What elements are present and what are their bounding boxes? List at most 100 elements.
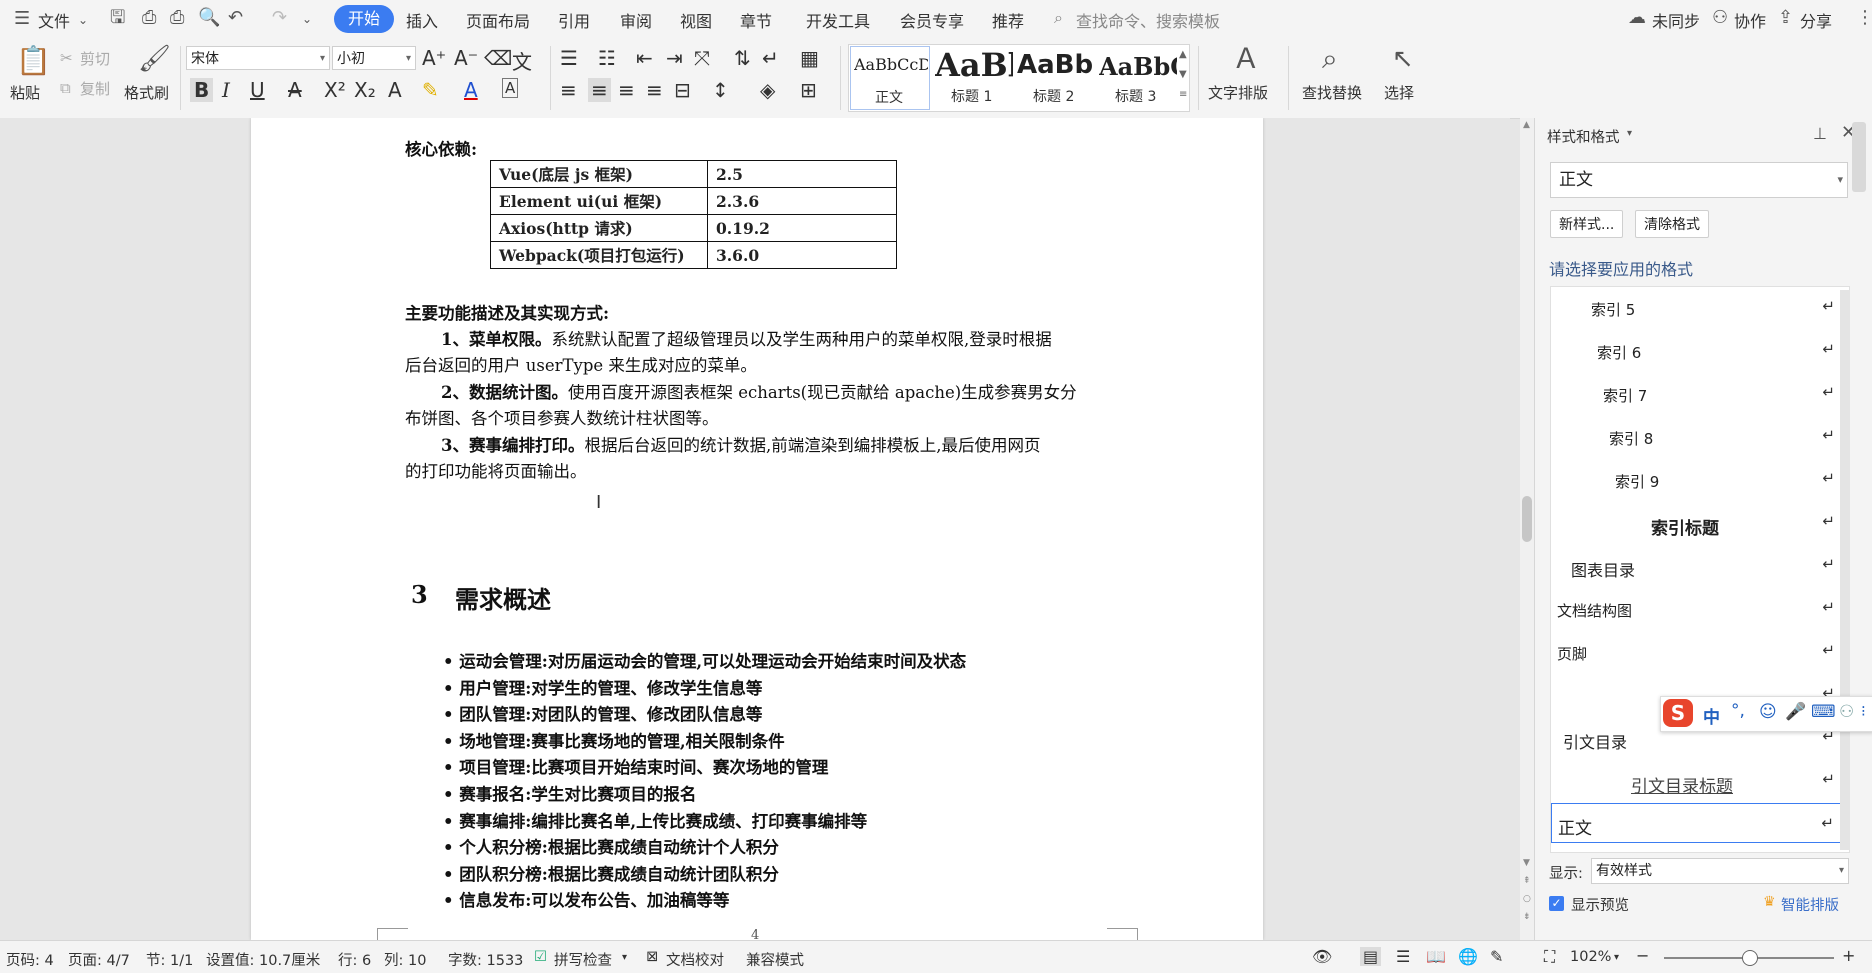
chevron-down-icon[interactable]: ▾ (622, 952, 627, 963)
zoom-slider-thumb[interactable] (1742, 950, 1758, 966)
show-preview-checkbox[interactable]: ✓ (1549, 896, 1564, 911)
gallery-up-icon[interactable]: ▲ (1179, 49, 1187, 60)
status-page-code[interactable]: 页码: 4 (6, 949, 54, 970)
file-menu[interactable]: 文件 (38, 8, 70, 32)
clear-format-icon[interactable]: ⌫ (484, 46, 512, 70)
font-size-select[interactable]: 小初 ▾ (332, 46, 416, 70)
share-button[interactable]: 分享 (1800, 8, 1832, 32)
text-layout-button[interactable]: 文字排版 (1208, 82, 1268, 103)
document-page[interactable]: 核心依赖: Vue(底层 js 框架) 2.5 Element ui(ui 框架)… (251, 118, 1263, 940)
numbered-list-icon[interactable]: ☷ (598, 46, 616, 70)
justify-icon[interactable]: ≡ (646, 78, 663, 102)
borders-icon[interactable]: ⊞ (800, 78, 817, 102)
chinese-layout-icon[interactable]: ⤧ (694, 46, 710, 70)
list-item[interactable]: 文档结构图 ↵ (1551, 588, 1849, 630)
italic-icon[interactable]: I (222, 78, 230, 102)
panel-outer-scroll-thumb[interactable] (1852, 122, 1866, 192)
style-heading-3[interactable]: AaBbC 标题 3 (1097, 46, 1177, 110)
status-row[interactable]: 行: 6 (338, 949, 371, 970)
distribute-icon[interactable]: ⊟ (674, 78, 691, 102)
list-item[interactable]: 索引 8 ↵ (1551, 416, 1849, 458)
list-item[interactable]: 索引 7 ↵ (1551, 373, 1849, 415)
list-item[interactable]: 索引 5 ↵ (1551, 287, 1849, 329)
strikethrough-icon[interactable]: A (288, 78, 302, 102)
redo-icon[interactable]: ↷ (272, 8, 287, 28)
font-name-select[interactable]: 宋体 ▾ (186, 46, 330, 70)
panel-title[interactable]: 样式和格式 (1547, 126, 1620, 147)
gallery-down-icon[interactable]: ▼ (1179, 69, 1187, 80)
increase-indent-icon[interactable]: ⇥ (666, 46, 683, 70)
scroll-up-icon[interactable]: ▲ (1523, 120, 1530, 130)
style-heading-2[interactable]: AaBb( 标题 2 (1015, 46, 1095, 110)
status-col[interactable]: 列: 10 (384, 949, 426, 970)
chevron-down-icon[interactable]: ▾ (1627, 128, 1632, 139)
list-item[interactable]: 图表目录 ↵ (1551, 545, 1849, 587)
tab-member[interactable]: 会员专享 (900, 8, 964, 32)
align-right-icon[interactable]: ≡ (618, 78, 635, 102)
line-spacing-icon[interactable]: ↕ (712, 78, 729, 102)
grow-font-icon[interactable]: A⁺ (422, 46, 446, 70)
status-section[interactable]: 节: 1/1 (146, 949, 193, 970)
select-browse-icon[interactable]: ○ (1523, 894, 1531, 904)
command-search[interactable]: 查找命令、搜索模板 (1076, 8, 1220, 32)
prev-page-icon[interactable]: ⇞ (1523, 876, 1531, 886)
list-item[interactable]: 索引 9 ↵ (1551, 459, 1849, 501)
chevron-down-icon[interactable]: ⌄ (78, 10, 88, 30)
keyboard-icon[interactable]: ⌨ (1811, 702, 1836, 722)
scroll-down-icon[interactable]: ▼ (1523, 858, 1530, 868)
export-pdf-icon[interactable]: ⎙ (142, 8, 156, 28)
status-words[interactable]: 字数: 1533 (448, 949, 523, 970)
more-icon[interactable]: ⋮ (1856, 8, 1872, 28)
list-item[interactable]: 索引标题 ↵ (1551, 502, 1849, 544)
paste-button[interactable]: 粘贴 (10, 82, 40, 103)
underline-icon[interactable]: U (250, 78, 265, 102)
tab-page-layout[interactable]: 页面布局 (466, 8, 530, 32)
page-view-icon[interactable]: ▤ (1360, 947, 1382, 966)
zoom-level[interactable]: 102% (1570, 949, 1611, 965)
save-icon[interactable]: 🖫 (110, 8, 125, 28)
tab-developer[interactable]: 开发工具 (806, 8, 870, 32)
status-page[interactable]: 页面: 4/7 (68, 949, 130, 970)
sort-icon[interactable]: ⇅ (734, 46, 751, 70)
eye-protection-icon[interactable]: 👁 (1312, 947, 1332, 966)
style-list[interactable]: 索引 5 ↵ 索引 6 ↵ 索引 7 ↵ 索引 8 ↵ 索引 9 ↵ 索引标题 ↵ 图表目录… (1550, 286, 1850, 853)
tab-insert[interactable]: 插入 (406, 8, 438, 32)
shading-icon[interactable]: ◈ (760, 78, 775, 102)
char-border-icon[interactable]: A (502, 78, 519, 98)
list-item[interactable]: 引文目录标题 ↵ (1551, 760, 1849, 802)
punctuation-icon[interactable]: °, (1731, 701, 1745, 721)
text-effect-icon[interactable]: A (388, 78, 402, 102)
tab-view[interactable]: 视图 (680, 8, 712, 32)
cut-button[interactable]: 剪切 (80, 48, 110, 69)
current-style-select[interactable]: 正文 ▾ (1550, 162, 1848, 198)
sync-status[interactable]: 未同步 (1652, 8, 1700, 32)
phonetic-icon[interactable]: 文 (512, 46, 532, 75)
zoom-in-icon[interactable]: + (1842, 946, 1855, 965)
subscript-icon[interactable]: X₂ (354, 78, 376, 102)
new-style-button[interactable]: 新样式... (1550, 210, 1624, 238)
highlight-icon[interactable]: ✎ (422, 78, 439, 102)
reading-view-icon[interactable]: 📖 (1426, 947, 1446, 966)
align-left-icon[interactable]: ≡ (560, 78, 577, 102)
tab-home[interactable]: 开始 (334, 5, 395, 33)
panel-scrollbar[interactable] (1840, 290, 1850, 850)
print-icon[interactable]: ⎙ (170, 8, 184, 28)
list-item[interactable]: 页脚 ↵ (1551, 631, 1849, 673)
outline-view-icon[interactable]: ☰ (1396, 947, 1410, 966)
emoji-icon[interactable]: ☺ (1759, 702, 1777, 722)
show-select[interactable]: 有效样式 ▾ (1591, 858, 1849, 884)
collab-button[interactable]: 协作 (1734, 8, 1766, 32)
find-replace-button[interactable]: 查找替换 (1302, 82, 1362, 103)
font-color-icon[interactable]: A (464, 78, 478, 102)
document-scrollbar[interactable]: ▲ ▼ ⇞ ○ ⇟ (1520, 118, 1534, 940)
style-normal[interactable]: AaBbCcDd 正文 (850, 46, 930, 110)
proofread-button[interactable]: 文档校对 (666, 949, 724, 970)
smart-layout-link[interactable]: 智能排版 (1781, 894, 1839, 915)
shrink-font-icon[interactable]: A⁻ (454, 46, 478, 70)
fit-page-icon[interactable]: ⛶ (1544, 947, 1555, 967)
zoom-out-icon[interactable]: − (1636, 946, 1649, 965)
bullet-list-icon[interactable]: ☰ (560, 46, 578, 70)
scroll-thumb[interactable] (1522, 496, 1532, 542)
list-item-selected[interactable]: 正文 ↵ (1551, 803, 1849, 843)
write-mode-icon[interactable]: ✎ (1490, 947, 1503, 966)
